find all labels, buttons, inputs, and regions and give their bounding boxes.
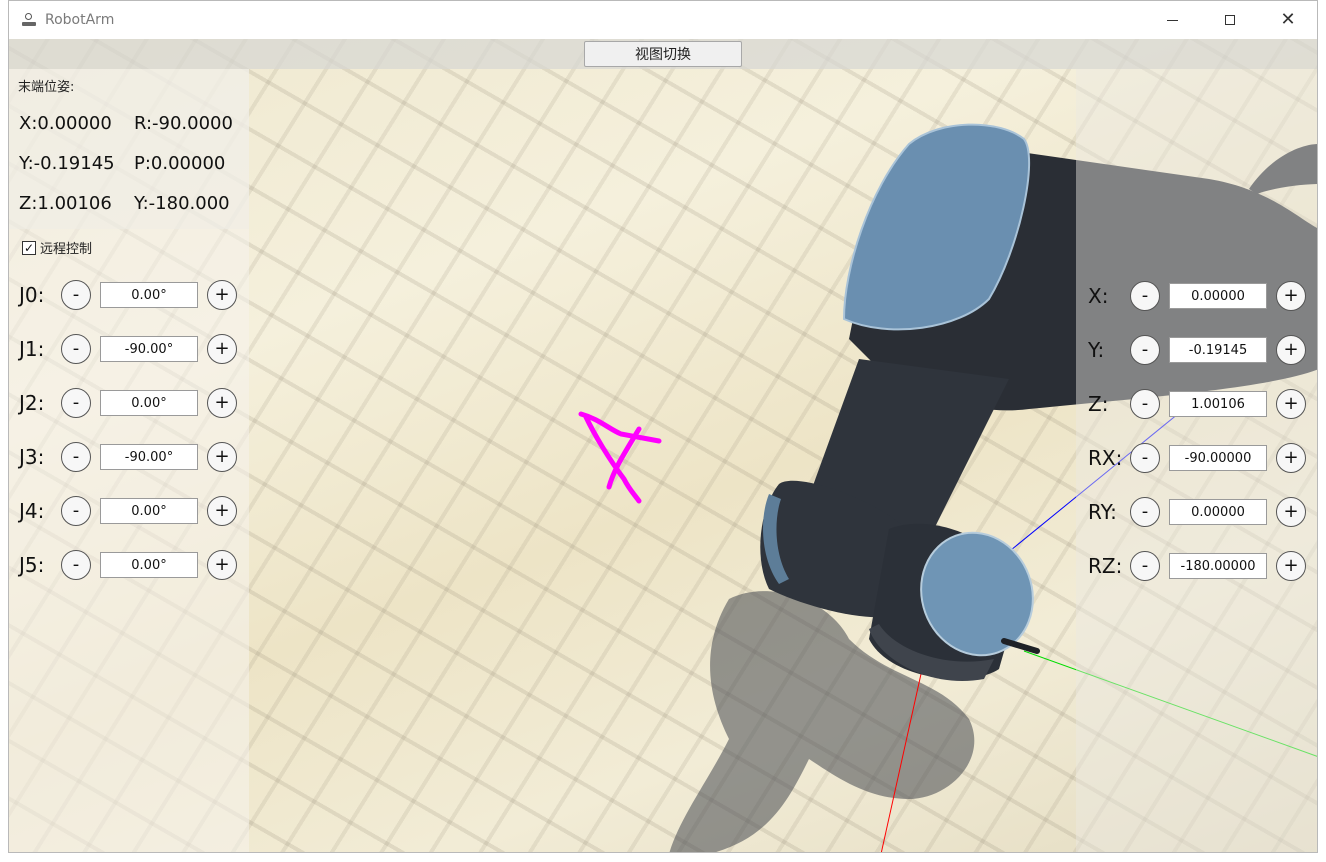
j0-minus-button[interactable]: - [61,280,91,310]
end-pose-box: 末端位姿: X:0.00000 R:-90.0000 Y:-0.19145 P:… [9,69,249,229]
cartesian-label: RZ: [1088,554,1123,578]
pose-z: Z:1.00106 [19,193,112,214]
cartesian-row-rx: RX: - -90.00000 + [1088,442,1306,474]
j1-plus-button[interactable]: + [207,334,237,364]
minimize-icon [1166,19,1178,21]
j4-minus-button[interactable]: - [61,496,91,526]
joint-label: J3: [19,445,45,469]
end-pose-label: 末端位姿: [18,80,75,95]
top-toolbar: 视图切换 [9,39,1317,69]
cartesian-label: Y: [1088,338,1105,362]
pose-p: P:0.00000 [134,153,226,174]
y-minus-button[interactable]: - [1130,335,1160,365]
rx-minus-button[interactable]: - [1130,443,1160,473]
view-switch-button[interactable]: 视图切换 [584,41,742,67]
joint-label: J2: [19,391,45,415]
maximize-icon [1225,15,1235,25]
rz-value-input[interactable]: -180.00000 [1169,553,1267,579]
minimize-button[interactable] [1143,1,1201,39]
cartesian-row-y: Y: - -0.19145 + [1088,334,1306,366]
robotarm-window: RobotArm ✕ 视图切换 末端位姿: X:0.00000 R:-90.00… [8,0,1318,853]
cartesian-row-ry: RY: - 0.00000 + [1088,496,1306,528]
j3-plus-button[interactable]: + [207,442,237,472]
pose-x: X:0.00000 [19,113,112,134]
cartesian-label: Z: [1088,392,1109,416]
joint-row-j0: J0: - 0.00° + [19,279,237,311]
pose-yaw: Y:-180.000 [134,193,230,214]
joint-label: J0: [19,283,45,307]
y-value-input[interactable]: -0.19145 [1169,337,1267,363]
remote-control-toggle[interactable]: ✓ 远程控制 [22,238,92,257]
joint-label: J5: [19,553,45,577]
ry-plus-button[interactable]: + [1276,497,1306,527]
joint-row-j5: J5: - 0.00° + [19,549,237,581]
j0-plus-button[interactable]: + [207,280,237,310]
rz-minus-button[interactable]: - [1130,551,1160,581]
rx-plus-button[interactable]: + [1276,443,1306,473]
j3-value-input[interactable]: -90.00° [100,444,198,470]
pose-y: Y:-0.19145 [19,153,115,174]
y-plus-button[interactable]: + [1276,335,1306,365]
right-control-panel: X: - 0.00000 + Y: - -0.19145 + Z: - 1.00… [1076,69,1317,852]
cartesian-label: RY: [1088,500,1117,524]
j2-minus-button[interactable]: - [61,388,91,418]
left-control-panel: 末端位姿: X:0.00000 R:-90.0000 Y:-0.19145 P:… [9,69,249,852]
z-plus-button[interactable]: + [1276,389,1306,419]
ry-value-input[interactable]: 0.00000 [1169,499,1267,525]
x-plus-button[interactable]: + [1276,281,1306,311]
cartesian-label: X: [1088,284,1109,308]
j5-minus-button[interactable]: - [61,550,91,580]
j5-plus-button[interactable]: + [207,550,237,580]
ry-minus-button[interactable]: - [1130,497,1160,527]
robot-app-icon [21,12,37,28]
j0-value-input[interactable]: 0.00° [100,282,198,308]
title-bar: RobotArm ✕ [9,1,1317,39]
j4-plus-button[interactable]: + [207,496,237,526]
cartesian-row-rz: RZ: - -180.00000 + [1088,550,1306,582]
j3-minus-button[interactable]: - [61,442,91,472]
j1-value-input[interactable]: -90.00° [100,336,198,362]
remote-control-checkbox[interactable]: ✓ [22,240,36,255]
joint-row-j1: J1: - -90.00° + [19,333,237,365]
close-icon: ✕ [1280,9,1296,30]
rx-value-input[interactable]: -90.00000 [1169,445,1267,471]
j1-minus-button[interactable]: - [61,334,91,364]
rz-plus-button[interactable]: + [1276,551,1306,581]
joint-label: J1: [19,337,45,361]
cartesian-row-x: X: - 0.00000 + [1088,280,1306,312]
close-button[interactable]: ✕ [1259,1,1317,39]
joint-label: J4: [19,499,45,523]
cartesian-row-z: Z: - 1.00106 + [1088,388,1306,420]
joint-row-j3: J3: - -90.00° + [19,441,237,473]
joint-row-j4: J4: - 0.00° + [19,495,237,527]
j2-value-input[interactable]: 0.00° [100,390,198,416]
x-value-input[interactable]: 0.00000 [1169,283,1267,309]
window-title: RobotArm [45,12,115,28]
joint-row-j2: J2: - 0.00° + [19,387,237,419]
j5-value-input[interactable]: 0.00° [100,552,198,578]
j4-value-input[interactable]: 0.00° [100,498,198,524]
remote-control-label: 远程控制 [40,242,93,257]
magenta-trace [578,411,662,504]
j2-plus-button[interactable]: + [207,388,237,418]
z-minus-button[interactable]: - [1130,389,1160,419]
3d-viewport[interactable]: 视图切换 末端位姿: X:0.00000 R:-90.0000 Y:-0.191… [9,39,1317,852]
window-controls: ✕ [1143,1,1317,39]
checkmark-icon: ✓ [23,240,35,255]
maximize-button[interactable] [1201,1,1259,39]
x-minus-button[interactable]: - [1130,281,1160,311]
z-value-input[interactable]: 1.00106 [1169,391,1267,417]
cartesian-label: RX: [1088,446,1123,470]
pose-r: R:-90.0000 [134,113,233,134]
